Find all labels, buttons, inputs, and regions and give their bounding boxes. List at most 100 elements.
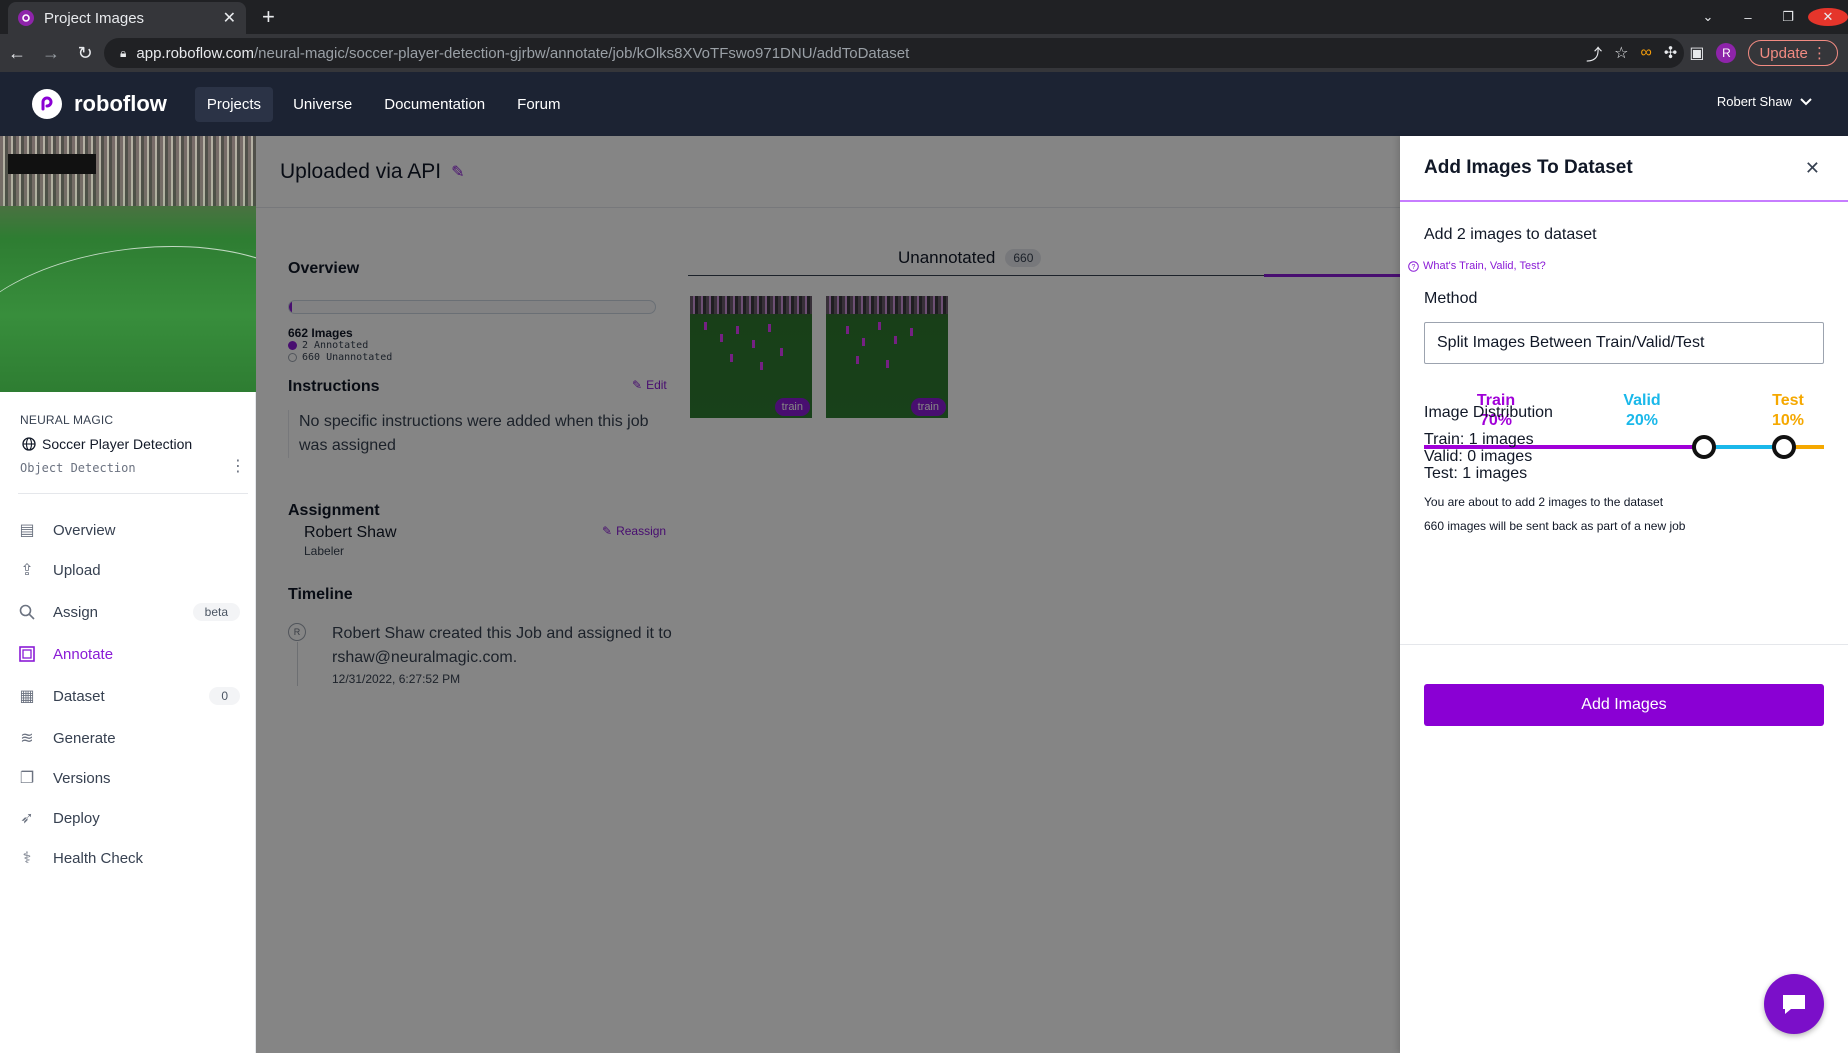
user-name: Robert Shaw bbox=[1716, 94, 1792, 109]
sidebar-divider bbox=[18, 493, 248, 494]
nav-projects[interactable]: Projects bbox=[194, 86, 274, 122]
thumbnail-field-line bbox=[0, 246, 256, 392]
sidebar-item-generate[interactable]: ≋ Generate bbox=[18, 722, 240, 754]
project-sidebar: NEURAL MAGIC Soccer Player Detection Obj… bbox=[0, 136, 256, 1053]
roboflow-logo-icon bbox=[32, 89, 62, 119]
new-tab-button[interactable]: + bbox=[262, 4, 275, 30]
upload-icon: ⇪ bbox=[20, 562, 34, 579]
annotate-icon bbox=[18, 645, 36, 663]
generate-icon: ≋ bbox=[20, 730, 34, 747]
chat-support-button[interactable] bbox=[1764, 974, 1824, 1034]
puzzle-icon[interactable]: ✣ bbox=[1664, 43, 1677, 63]
roboflow-favicon bbox=[18, 10, 34, 26]
sidebar-item-assign[interactable]: Assign beta bbox=[18, 596, 240, 628]
tab-close-icon[interactable]: ✕ bbox=[223, 8, 236, 28]
project-type: Object Detection bbox=[20, 461, 136, 475]
app-navbar: roboflow Projects Universe Documentation… bbox=[0, 72, 1848, 136]
method-label: Method bbox=[1424, 290, 1478, 307]
sidebar-item-overview[interactable]: ▤ Overview bbox=[18, 514, 240, 546]
add-note: You are about to add 2 images to the dat… bbox=[1424, 495, 1664, 509]
user-menu[interactable]: Robert Shaw bbox=[1717, 94, 1812, 109]
overview-icon: ▤ bbox=[19, 522, 35, 539]
distribution-heading: Image Distribution bbox=[1424, 404, 1553, 421]
nav-universe[interactable]: Universe bbox=[281, 87, 364, 122]
minimize-button[interactable]: – bbox=[1728, 10, 1768, 25]
question-icon: ? bbox=[1408, 260, 1419, 272]
sidebar-item-label: Assign bbox=[53, 603, 99, 621]
browser-toolbar: ← → ↻ 🔒︎ app.roboflow.com /neural-magic/… bbox=[0, 34, 1848, 72]
sidebar-item-label: Dataset bbox=[53, 687, 105, 705]
sidebar-item-label: Health Check bbox=[53, 849, 144, 867]
update-button[interactable]: Update ⋮ bbox=[1748, 40, 1838, 66]
workspace-name: NEURAL MAGIC bbox=[20, 413, 114, 427]
modal-backdrop[interactable] bbox=[256, 136, 1400, 1053]
add-images-button[interactable]: Add Images bbox=[1424, 684, 1824, 726]
profile-avatar[interactable]: R bbox=[1716, 43, 1737, 63]
search-icon bbox=[18, 603, 36, 621]
restore-button[interactable]: ❐ bbox=[1768, 9, 1808, 25]
sidebar-item-upload[interactable]: ⇪ Upload bbox=[18, 554, 240, 586]
url-host: app.roboflow.com bbox=[136, 44, 254, 62]
valid-name: Valid bbox=[1623, 392, 1661, 409]
test-name: Test bbox=[1772, 392, 1804, 409]
help-link[interactable]: ? What's Train, Valid, Test? bbox=[1408, 260, 1546, 272]
dist-valid: Valid: 0 images bbox=[1424, 448, 1533, 465]
project-title[interactable]: Soccer Player Detection bbox=[22, 436, 192, 452]
beta-badge: beta bbox=[192, 603, 240, 621]
back-button[interactable]: ← bbox=[0, 43, 34, 64]
project-name: Soccer Player Detection bbox=[42, 436, 193, 452]
panel-title: Add Images To Dataset bbox=[1400, 136, 1848, 202]
sidebar-item-annotate[interactable]: Annotate bbox=[18, 638, 240, 670]
sidebar-item-label: Upload bbox=[53, 561, 101, 579]
sidebar-item-versions[interactable]: ❐ Versions bbox=[18, 762, 240, 794]
lock-icon: 🔒︎ bbox=[120, 45, 127, 60]
valid-pct: 20% bbox=[1625, 412, 1659, 429]
browser-tab[interactable]: Project Images ✕ bbox=[8, 2, 246, 34]
update-label: Update bbox=[1759, 45, 1808, 62]
panel-subtitle: Add 2 images to dataset bbox=[1424, 226, 1597, 243]
add-images-label: Add Images bbox=[1581, 696, 1667, 713]
roboflow-logo[interactable]: roboflow bbox=[32, 89, 167, 119]
extension-icon[interactable]: ∞ bbox=[1641, 44, 1652, 62]
sidebar-item-label: Overview bbox=[53, 521, 116, 539]
slider-handle[interactable] bbox=[1772, 435, 1796, 459]
sidepanel-icon[interactable]: ▣ bbox=[1689, 43, 1704, 63]
chevron-down-icon bbox=[1800, 97, 1812, 106]
sidebar-item-deploy[interactable]: ➶ Deploy bbox=[18, 802, 240, 834]
project-thumbnail[interactable] bbox=[0, 136, 256, 392]
bookmark-star-icon[interactable]: ☆ bbox=[1614, 43, 1628, 63]
address-bar[interactable]: 🔒︎ app.roboflow.com /neural-magic/soccer… bbox=[104, 38, 1684, 68]
sidebar-item-label: Annotate bbox=[53, 645, 114, 663]
close-window-button[interactable]: ✕ bbox=[1808, 8, 1848, 26]
thumbnail-redaction bbox=[8, 154, 96, 174]
brand-name: roboflow bbox=[74, 91, 167, 116]
forward-button[interactable]: → bbox=[34, 43, 68, 64]
add-images-panel: Add Images To Dataset ✕ Add 2 images to … bbox=[1400, 136, 1848, 1053]
slider-handle[interactable] bbox=[1692, 435, 1716, 459]
share-icon[interactable]: ⤴ bbox=[1586, 41, 1602, 65]
close-icon[interactable]: ✕ bbox=[1805, 158, 1820, 179]
dataset-count-badge: 0 bbox=[209, 687, 240, 705]
reload-button[interactable]: ↻ bbox=[68, 43, 102, 64]
more-options-icon[interactable]: ⋮ bbox=[230, 456, 246, 476]
tab-search-icon[interactable]: ⌄ bbox=[1688, 9, 1728, 25]
nav-documentation[interactable]: Documentation bbox=[372, 87, 497, 122]
globe-icon bbox=[22, 437, 36, 451]
sidebar-item-label: Deploy bbox=[53, 809, 100, 827]
chat-icon bbox=[1780, 992, 1808, 1016]
versions-icon: ❐ bbox=[19, 770, 35, 787]
sidebar-item-health-check[interactable]: ⚕ Health Check bbox=[18, 842, 240, 874]
sidebar-item-dataset[interactable]: ▦ Dataset 0 bbox=[18, 680, 240, 712]
sidebar-item-label: Versions bbox=[53, 769, 111, 787]
valid-split-label: Valid 20% bbox=[1602, 391, 1682, 431]
test-split-label: Test 10% bbox=[1758, 391, 1818, 431]
sent-back-note: 660 images will be sent back as part of … bbox=[1424, 519, 1686, 533]
url-path: /neural-magic/soccer-player-detection-gj… bbox=[253, 44, 910, 62]
method-select[interactable]: Split Images Between Train/Valid/Test bbox=[1424, 322, 1824, 364]
nav-forum[interactable]: Forum bbox=[505, 87, 572, 122]
window-controls: ⌄ – ❐ ✕ bbox=[1688, 0, 1848, 34]
stethoscope-icon: ⚕ bbox=[22, 850, 32, 867]
method-value: Split Images Between Train/Valid/Test bbox=[1437, 334, 1705, 351]
main-nav: Projects Universe Documentation Forum bbox=[194, 86, 573, 122]
svg-text:?: ? bbox=[1412, 264, 1416, 271]
